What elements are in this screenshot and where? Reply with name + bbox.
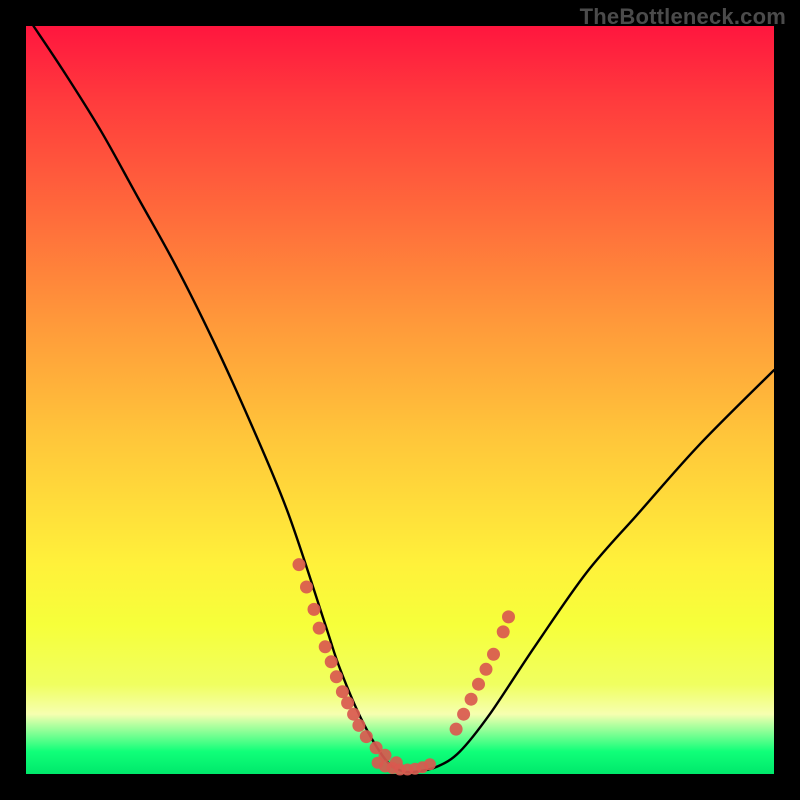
- fit-dots-left: [293, 558, 403, 769]
- fit-dot: [360, 730, 373, 743]
- fit-dot: [313, 622, 326, 635]
- watermark-text: TheBottleneck.com: [580, 4, 786, 30]
- fit-dot: [319, 640, 332, 653]
- fit-dot: [336, 685, 349, 698]
- fit-dot: [497, 625, 510, 638]
- fit-dot: [480, 663, 493, 676]
- fit-dot: [300, 581, 313, 594]
- fit-dots-bottom: [372, 757, 436, 776]
- chart-plot-area: [26, 26, 774, 774]
- fit-dot: [450, 723, 463, 736]
- chart-frame: TheBottleneck.com: [0, 0, 800, 800]
- fit-dot: [341, 696, 354, 709]
- bottleneck-curve: [34, 26, 775, 772]
- fit-dot: [502, 610, 515, 623]
- fit-dot: [487, 648, 500, 661]
- chart-svg: [26, 26, 774, 774]
- fit-dot: [325, 655, 338, 668]
- fit-dot: [472, 678, 485, 691]
- fit-dots-right: [450, 610, 515, 735]
- fit-dot: [330, 670, 343, 683]
- fit-dot: [465, 693, 478, 706]
- fit-dot: [352, 719, 365, 732]
- fit-dot: [424, 758, 436, 770]
- fit-dot: [347, 708, 360, 721]
- fit-dot: [308, 603, 321, 616]
- fit-dot: [293, 558, 306, 571]
- fit-dot: [457, 708, 470, 721]
